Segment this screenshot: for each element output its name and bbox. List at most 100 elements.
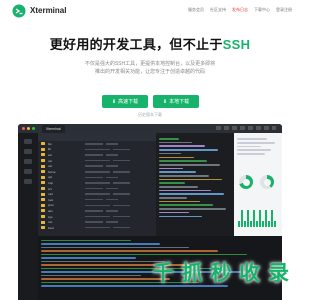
sidebar-icon (24, 139, 32, 144)
app-sidebar (18, 133, 38, 300)
folder-icon (41, 170, 45, 174)
stat-row (237, 138, 267, 140)
hero-subtitle-line-1: 不仅是强大的SSH工具，更提供本地控制台，以及更多即将 (84, 61, 216, 67)
sidebar-icon (24, 169, 32, 174)
sidebar-icon (24, 159, 32, 164)
file-meta (85, 193, 110, 195)
logo-icon[interactable] (12, 4, 26, 18)
folder-icon (41, 220, 45, 224)
nav-item-downloads[interactable]: 下载中心 (254, 7, 270, 13)
file-meta (85, 154, 103, 156)
terminal-line (159, 186, 198, 188)
network-bar-graph (238, 197, 278, 227)
folder-icon (41, 164, 45, 168)
nav-item-changelog[interactable]: 发布日志 (232, 7, 248, 13)
terminal-line (159, 197, 187, 199)
terminal-line (159, 178, 222, 181)
folder-icon (41, 181, 45, 185)
graph-bar (241, 210, 243, 227)
file-meta (85, 226, 110, 229)
history-versions-link[interactable]: 历史版本下载 (0, 112, 300, 118)
file-name: var (48, 164, 53, 169)
folder-icon (41, 226, 45, 230)
graph-bar (238, 221, 240, 227)
brand-name[interactable]: Xterminal (30, 6, 66, 15)
process-row (41, 246, 189, 249)
file-name: tmp (48, 180, 54, 185)
file-name: dev (48, 208, 53, 213)
file-name: run (48, 220, 53, 225)
cpu-usage-donut (239, 175, 253, 189)
file-name: root (48, 197, 54, 202)
terminal-output (159, 138, 231, 218)
app-tab (76, 125, 84, 133)
file-row[interactable]: boot (38, 225, 156, 231)
folder-icon (41, 142, 45, 146)
process-row (41, 278, 170, 280)
process-row (41, 274, 141, 277)
app-titlebar: Xterminal (18, 124, 282, 133)
stat-row (237, 145, 261, 148)
app-tab-active: Xterminal (42, 125, 65, 133)
process-row (41, 243, 160, 245)
sidebar-icon (24, 149, 32, 154)
terminal-pane (156, 133, 234, 236)
graph-bar (274, 221, 276, 227)
download-local-label: 本地下载 (169, 99, 190, 105)
folder-icon (41, 147, 45, 151)
file-name: mnt (48, 192, 54, 197)
file-meta (85, 215, 110, 218)
folder-icon (41, 175, 45, 179)
download-local-button[interactable]: ⬇ 本地下载 (153, 95, 199, 108)
file-name: proc (48, 203, 54, 208)
file-meta (106, 176, 118, 179)
file-meta (85, 176, 103, 179)
terminal-line (159, 141, 192, 144)
file-meta (106, 187, 118, 190)
memory-usage-donut (260, 175, 274, 189)
graph-bar (262, 221, 264, 227)
graph-bar (256, 221, 258, 227)
download-fast-button[interactable]: ⬇ 高速下载 (102, 95, 148, 108)
process-row (41, 239, 131, 242)
terminal-line (159, 145, 205, 148)
folder-icon (41, 192, 45, 196)
terminal-line (159, 200, 200, 203)
file-name: home (48, 169, 56, 174)
graph-bar (271, 210, 273, 227)
file-meta (106, 165, 118, 167)
folder-icon (41, 209, 45, 213)
graph-bar (247, 210, 249, 227)
file-name: sys (48, 214, 53, 219)
terminal-line (159, 163, 220, 166)
terminal-line (159, 171, 196, 173)
terminal-line (159, 211, 189, 214)
nav-item-login[interactable]: 登录注册 (276, 7, 292, 13)
toolbar-icons (216, 126, 276, 130)
terminal-line (159, 193, 224, 195)
file-meta (113, 193, 130, 195)
top-nav: 服务会员 社区支持 发布日志 下载中心 登录注册 (188, 7, 292, 13)
terminal-line (159, 215, 202, 218)
nav-item-community[interactable]: 社区支持 (210, 7, 226, 13)
terminal-line (159, 167, 183, 170)
sidebar-icon (24, 179, 32, 184)
file-name: usr (48, 158, 53, 163)
nav-item-membership[interactable]: 服务会员 (188, 7, 204, 13)
graph-bar (268, 221, 270, 227)
file-name: srv (48, 186, 52, 191)
file-meta (113, 226, 130, 229)
folder-icon (41, 215, 45, 219)
terminal-line (159, 204, 213, 207)
file-meta (113, 215, 130, 218)
graph-bar (250, 221, 252, 227)
file-meta (113, 204, 130, 207)
hero-title-accent: SSH (222, 37, 251, 52)
folder-icon (41, 187, 45, 191)
file-name: boot (48, 225, 54, 230)
file-meta (85, 198, 103, 201)
file-meta (106, 143, 118, 145)
watermark-text: 千 抓 秒 收 录 (152, 262, 290, 285)
terminal-line (159, 208, 226, 210)
stat-row (237, 153, 265, 155)
